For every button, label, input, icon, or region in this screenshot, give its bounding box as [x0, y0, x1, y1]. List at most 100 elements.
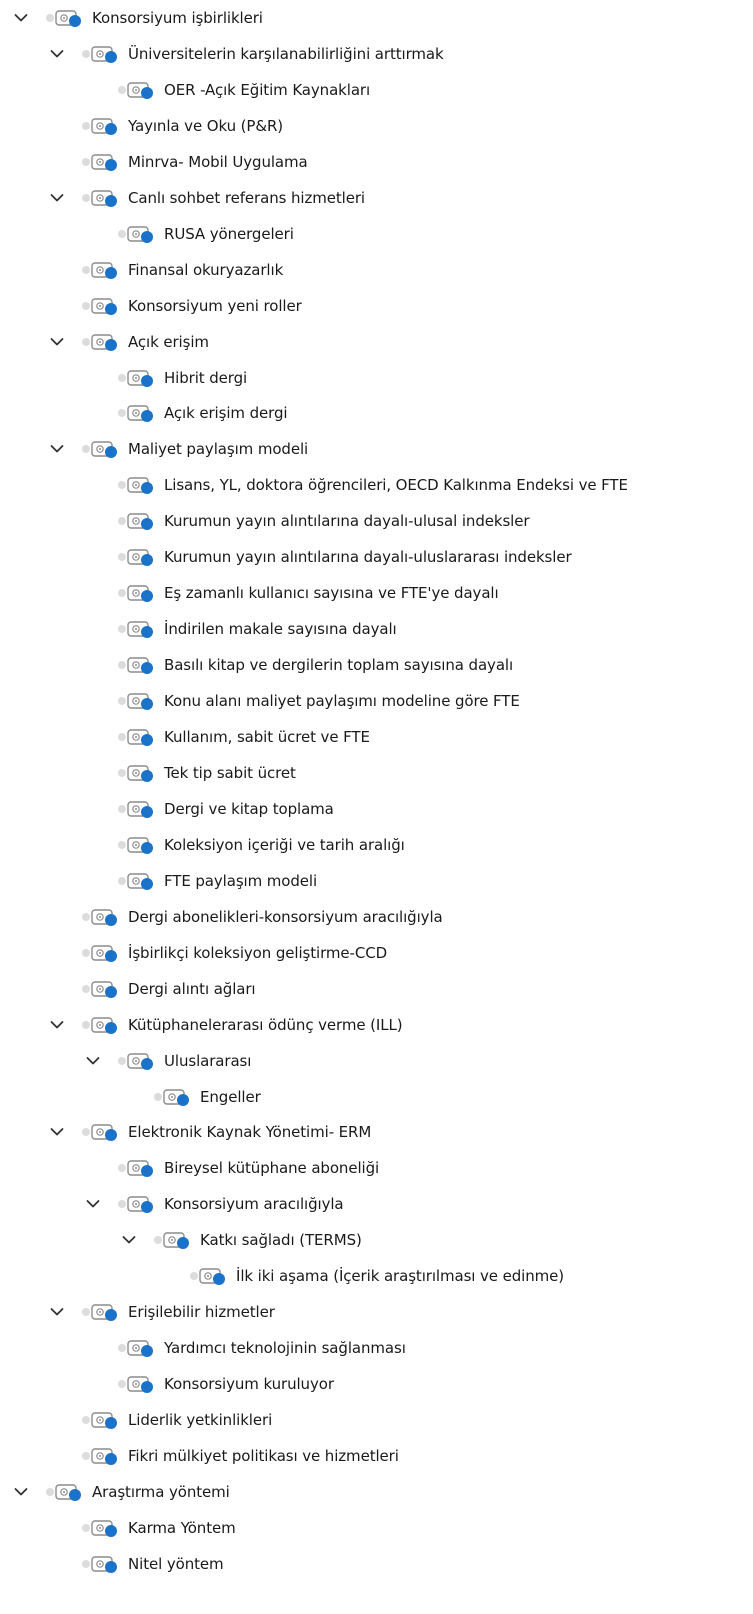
tree-node[interactable]: Kurumun yayın alıntılarına dayalı-ulusla…	[0, 540, 753, 574]
selection-dot-icon	[118, 1200, 126, 1209]
tree-node[interactable]: İşbirlikçi koleksiyon geliştirme-CCD	[0, 936, 753, 970]
code-node-icon	[127, 619, 155, 639]
tree-node[interactable]: Kullanım, sabit ücret ve FTE	[0, 720, 753, 754]
tree-node[interactable]: Finansal okuryazarlık	[0, 253, 753, 287]
chevron-down-icon[interactable]	[84, 1052, 102, 1070]
tree-node[interactable]: Konsorsiyum kuruluyor	[0, 1367, 753, 1401]
tree-node[interactable]: İndirilen makale sayısına dayalı	[0, 612, 753, 646]
tree-node[interactable]: Erişilebilir hizmetler	[0, 1295, 753, 1329]
tree-node-label: Katkı sağladı (TERMS)	[200, 1231, 362, 1250]
tree-node[interactable]: RUSA yönergeleri	[0, 217, 753, 251]
tree-node[interactable]: Koleksiyon içeriği ve tarih aralığı	[0, 828, 753, 862]
tree-node-label: Hibrit dergi	[164, 368, 248, 387]
code-node-icon	[127, 583, 155, 603]
chevron-down-icon[interactable]	[48, 189, 66, 207]
tree-node[interactable]: Nitel yöntem	[0, 1547, 753, 1581]
tree-node[interactable]: Açık erişim	[0, 325, 753, 359]
code-node-icon	[127, 1051, 155, 1071]
selection-dot-icon	[118, 804, 126, 813]
tree-node[interactable]: Elektronik Kaynak Yönetimi- ERM	[0, 1115, 753, 1149]
tree-node[interactable]: Hibrit dergi	[0, 361, 753, 395]
tree-node[interactable]: Katkı sağladı (TERMS)	[0, 1223, 753, 1257]
tree-node[interactable]: Minrva- Mobil Uygulama	[0, 145, 753, 179]
chevron-down-icon[interactable]	[48, 1123, 66, 1141]
tree-node[interactable]: Dergi alıntı ağları	[0, 972, 753, 1006]
code-node-icon	[127, 763, 155, 783]
tree-node[interactable]: İlk iki aşama (İçerik araştırılması ve e…	[0, 1259, 753, 1293]
tree-node[interactable]: Karma Yöntem	[0, 1511, 753, 1545]
tree-node[interactable]: Canlı sohbet referans hizmetleri	[0, 181, 753, 215]
selection-dot-icon	[46, 14, 54, 22]
code-node-icon	[91, 1410, 119, 1430]
tree-node-label: Liderlik yetkinlikleri	[128, 1411, 273, 1430]
tree-node-label: Dergi ve kitap toplama	[164, 799, 334, 818]
code-node-icon	[127, 368, 155, 388]
tree-node[interactable]: Maliyet paylaşım modeli	[0, 432, 753, 466]
chevron-down-icon[interactable]	[48, 45, 66, 63]
chevron-down-icon[interactable]	[48, 1303, 66, 1321]
chevron-down-icon[interactable]	[84, 1195, 102, 1213]
code-node-icon	[127, 80, 155, 100]
chevron-down-icon[interactable]	[48, 1016, 66, 1034]
tree-node[interactable]: Konsorsiyum işbirlikleri	[0, 1, 753, 35]
tree-node-label: Yayınla ve Oku (P&R)	[128, 116, 284, 135]
tree-node[interactable]: Konu alanı maliyet paylaşımı modeline gö…	[0, 684, 753, 718]
tree-node[interactable]: Dergi abonelikleri-konsorsiyum aracılığı…	[0, 900, 753, 934]
code-node-icon	[91, 943, 119, 963]
tree-node-label: Eş zamanlı kullanıcı sayısına ve FTE'ye …	[164, 584, 499, 603]
code-node-icon	[91, 907, 119, 927]
tree-node-label: Konsorsiyum işbirlikleri	[92, 9, 263, 27]
code-node-icon	[127, 655, 155, 675]
selection-dot-icon	[118, 768, 126, 777]
tree-node[interactable]: Liderlik yetkinlikleri	[0, 1403, 753, 1437]
code-node-icon	[127, 835, 155, 855]
selection-dot-icon	[118, 733, 126, 741]
tree-node[interactable]: Uluslararası	[0, 1044, 753, 1078]
tree-node-label: Fikri mülkiyet politikası ve hizmetleri	[128, 1447, 399, 1465]
tree-node[interactable]: Üniversitelerin karşılanabilirliğini art…	[0, 37, 753, 71]
selection-dot-icon	[82, 337, 90, 346]
tree-node[interactable]: Konsorsiyum aracılığıyla	[0, 1187, 753, 1221]
code-node-icon	[91, 152, 119, 172]
code-node-icon	[127, 799, 155, 819]
tree-node[interactable]: Eş zamanlı kullanıcı sayısına ve FTE'ye …	[0, 576, 753, 610]
tree-node[interactable]: FTE paylaşım modeli	[0, 864, 753, 898]
chevron-down-icon[interactable]	[48, 440, 66, 458]
tree-node[interactable]: Yardımcı teknolojinin sağlanması	[0, 1331, 753, 1365]
tree-node-label: Konsorsiyum kuruluyor	[164, 1375, 334, 1394]
tree-node[interactable]: Yayınla ve Oku (P&R)	[0, 109, 753, 143]
tree-node[interactable]: Açık erişim dergi	[0, 396, 753, 430]
tree-node[interactable]: Fikri mülkiyet politikası ve hizmetleri	[0, 1439, 753, 1473]
tree-node[interactable]: Kütüphanelerarası ödünç verme (ILL)	[0, 1008, 753, 1042]
selection-dot-icon	[118, 373, 126, 382]
tree-node-label: Finansal okuryazarlık	[128, 260, 284, 279]
selection-dot-icon	[82, 1128, 90, 1137]
selection-dot-icon	[118, 85, 126, 94]
tree-node[interactable]: Engeller	[0, 1080, 753, 1114]
chevron-down-icon[interactable]	[48, 333, 66, 351]
chevron-down-icon[interactable]	[120, 1231, 138, 1249]
tree-node[interactable]: OER -Açık Eğitim Kaynakları	[0, 73, 753, 107]
code-node-icon	[127, 547, 155, 567]
tree-node[interactable]: Lisans, YL, doktora öğrencileri, OECD Ka…	[0, 468, 753, 502]
tree-node[interactable]: Kurumun yayın alıntılarına dayalı-ulusal…	[0, 504, 753, 538]
chevron-down-icon[interactable]	[12, 9, 30, 27]
tree-node-label: Konu alanı maliyet paylaşımı modeline gö…	[164, 692, 520, 711]
selection-dot-icon	[118, 553, 126, 562]
tree-node[interactable]: Araştırma yöntemi	[0, 1475, 753, 1509]
selection-dot-icon	[82, 445, 90, 454]
code-node-icon	[91, 1302, 119, 1322]
tree-node[interactable]: Dergi ve kitap toplama	[0, 792, 753, 826]
tree-node-label: Minrva- Mobil Uygulama	[128, 152, 308, 171]
tree-node-label: Üniversitelerin karşılanabilirliğini art…	[128, 44, 444, 63]
tree-node[interactable]: Basılı kitap ve dergilerin toplam sayısı…	[0, 648, 753, 682]
tree-node[interactable]: Konsorsiyum yeni roller	[0, 289, 753, 323]
code-node-icon	[91, 1015, 119, 1035]
chevron-down-icon[interactable]	[12, 1483, 30, 1501]
tree-node[interactable]: Tek tip sabit ücret	[0, 756, 753, 790]
tree-node[interactable]: Bireysel kütüphane aboneliği	[0, 1151, 753, 1185]
code-node-icon	[55, 1482, 83, 1502]
selection-dot-icon	[118, 481, 126, 490]
tree-node-label: Kullanım, sabit ücret ve FTE	[164, 728, 370, 746]
code-node-icon	[127, 1158, 155, 1178]
